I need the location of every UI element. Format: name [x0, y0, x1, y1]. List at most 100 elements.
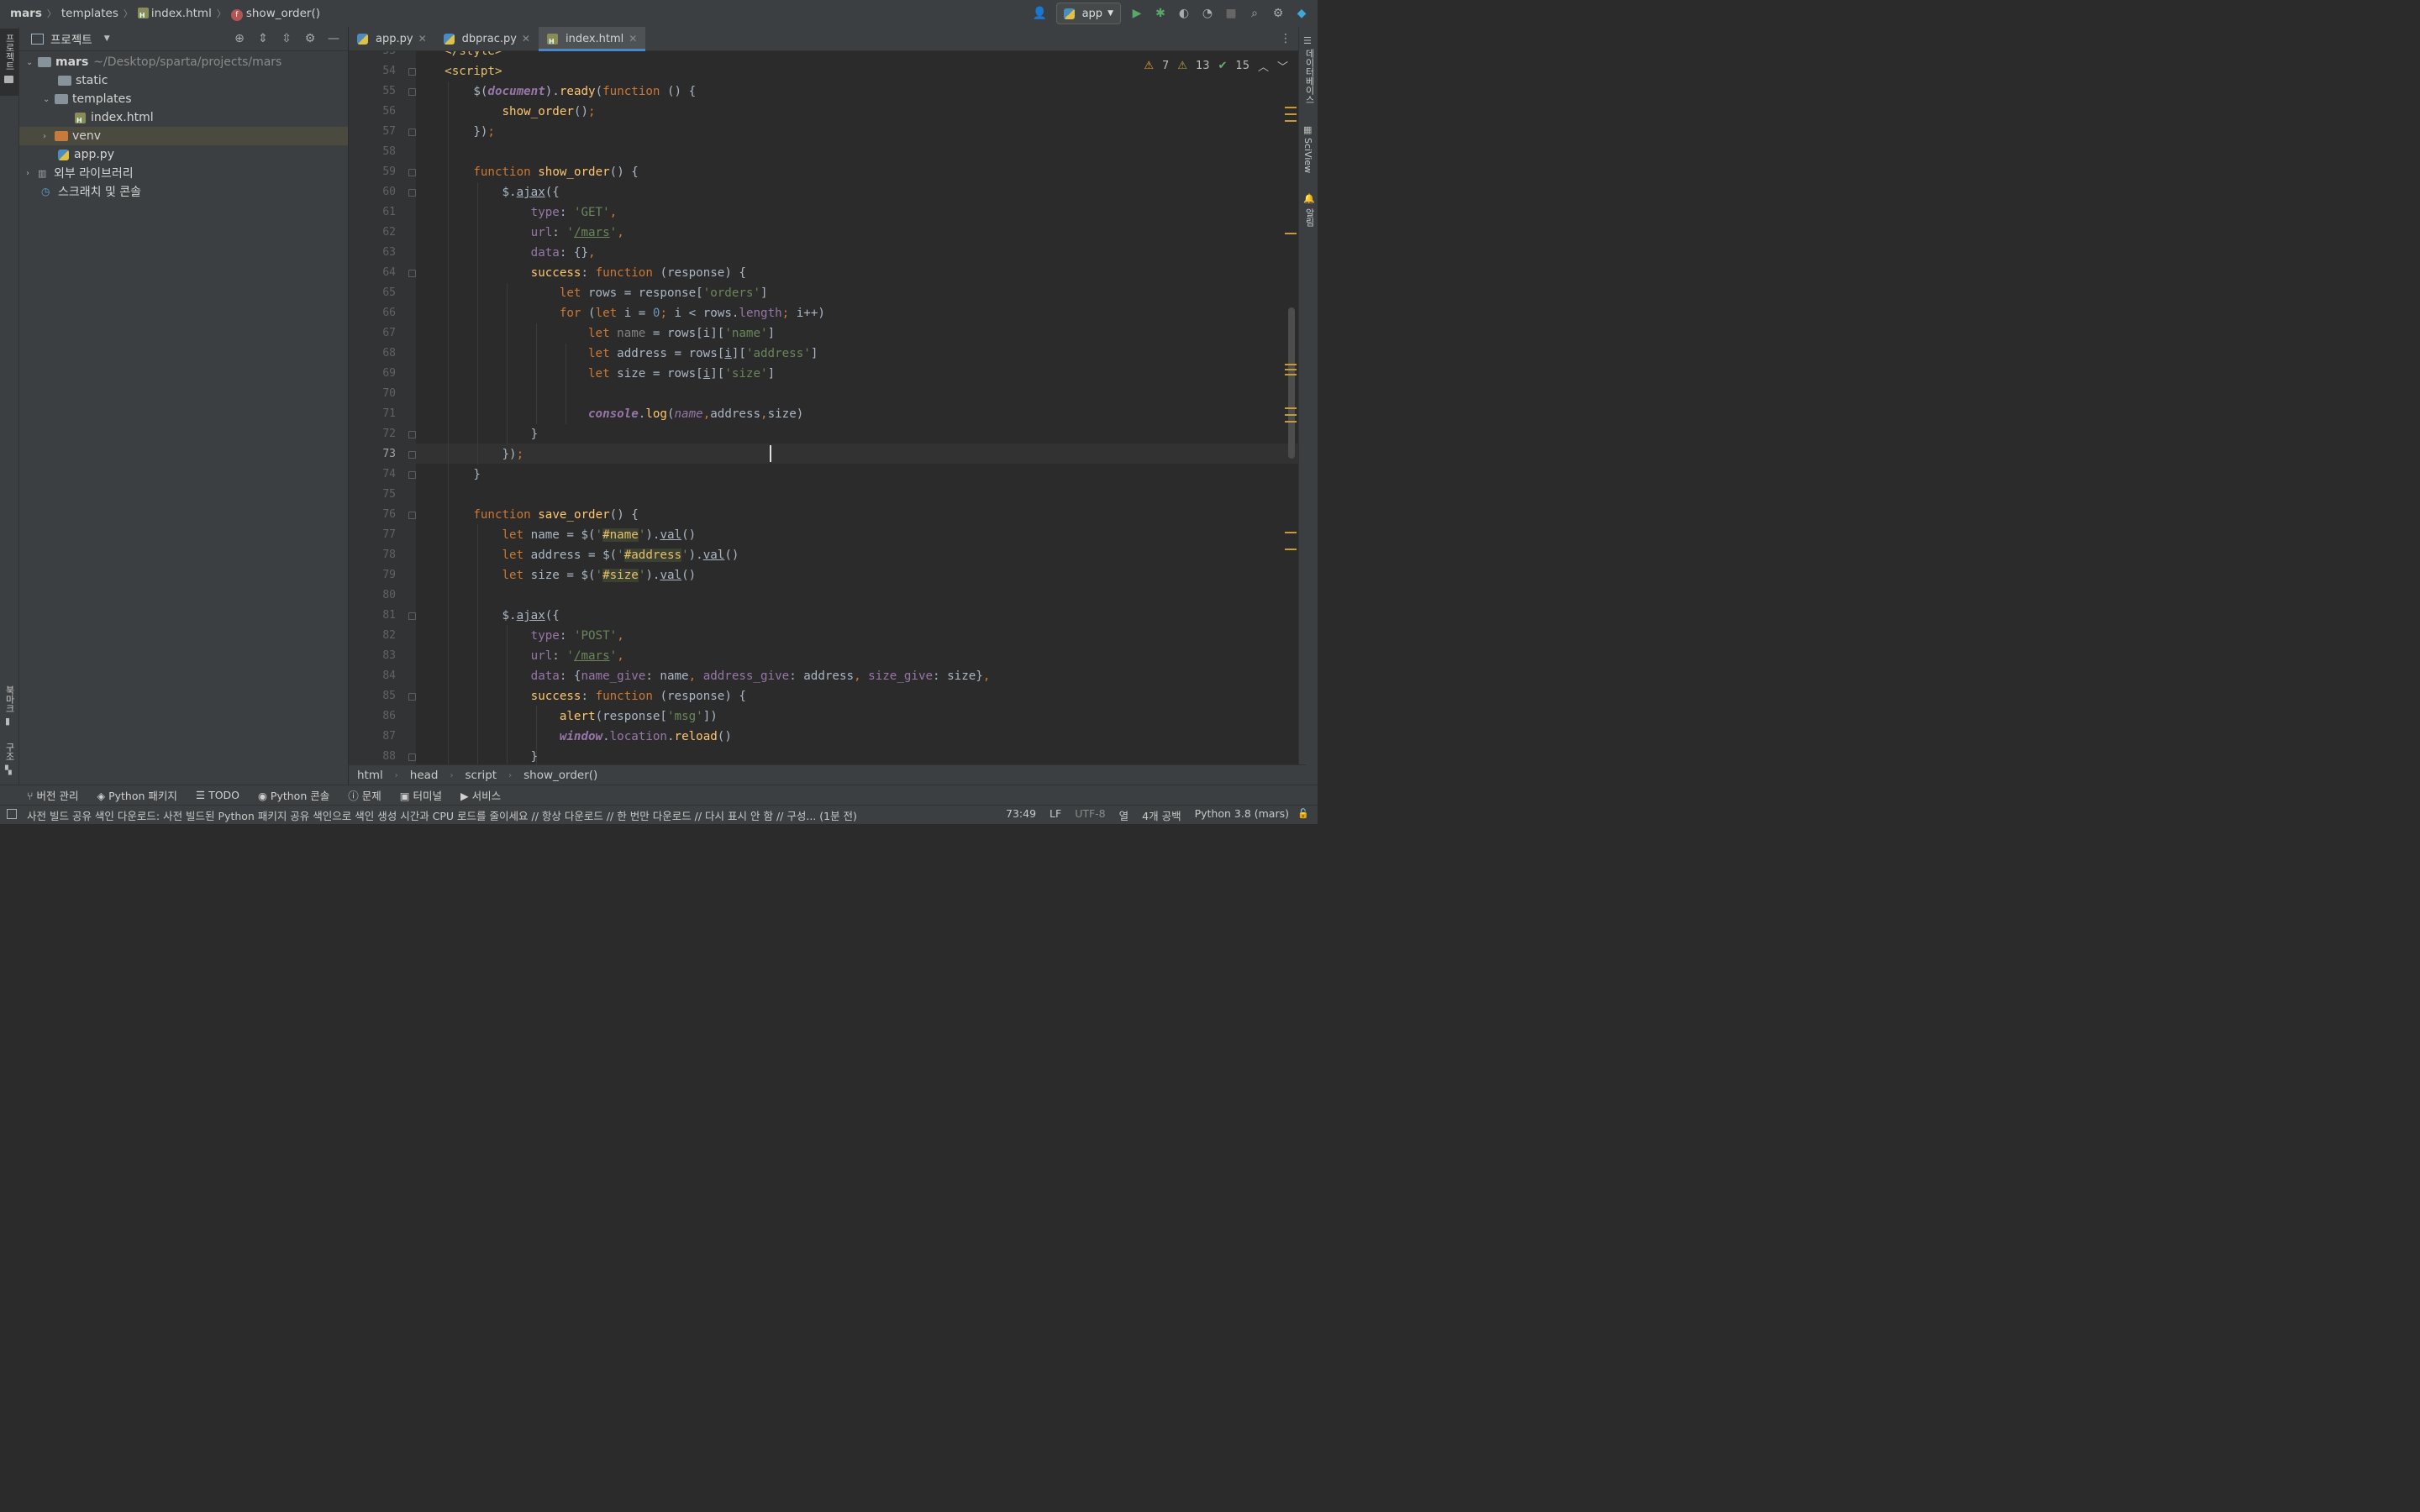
- error-stripe-mark[interactable]: [1285, 364, 1297, 365]
- line-separator[interactable]: LF: [1050, 807, 1061, 823]
- tab-services[interactable]: ▶ 서비스: [460, 787, 501, 803]
- error-stripe-mark[interactable]: [1285, 120, 1297, 122]
- error-stripe-mark[interactable]: [1285, 369, 1297, 370]
- error-stripe-mark[interactable]: [1285, 421, 1297, 423]
- run-icon[interactable]: ▶: [1129, 6, 1144, 21]
- coverage-icon[interactable]: ◐: [1176, 6, 1192, 21]
- chevron-down-icon[interactable]: ⌄: [26, 58, 38, 67]
- tab-index-html[interactable]: index.html ✕: [538, 27, 646, 51]
- code-editor[interactable]: 53 54 55 56 57 58 59 60 61 62 63 64 65 66 67 68 69 70 71 72…: [349, 51, 1298, 764]
- line-number: 66: [382, 307, 396, 319]
- cursor-position[interactable]: 73:49: [1006, 807, 1036, 823]
- column-mode[interactable]: 열: [1119, 807, 1129, 823]
- gear-icon[interactable]: ⚙: [1270, 6, 1286, 21]
- profile-icon[interactable]: ◔: [1200, 6, 1215, 21]
- error-stripe-mark[interactable]: [1285, 414, 1297, 416]
- fold-marker-icon[interactable]: [408, 612, 416, 620]
- vertical-scrollbar[interactable]: [1288, 307, 1295, 459]
- user-icon[interactable]: 👤: [1033, 6, 1048, 21]
- project-panel-title[interactable]: 프로젝트: [50, 30, 92, 47]
- editor-crumb-head[interactable]: head: [410, 769, 439, 782]
- inspection-widget[interactable]: ⚠ 7 ⚠ 13 ✔ 15 ︿ ﹀: [1144, 58, 1288, 74]
- close-icon[interactable]: ✕: [418, 33, 427, 45]
- error-stripe-mark[interactable]: [1285, 532, 1297, 533]
- run-config-selector[interactable]: app ▼: [1055, 3, 1121, 24]
- editor-crumb-function[interactable]: show_order(): [523, 769, 597, 782]
- lock-icon[interactable]: 🔓: [1297, 808, 1309, 819]
- fold-marker-icon[interactable]: [408, 169, 416, 176]
- breadcrumb-function[interactable]: f show_order(): [230, 7, 320, 21]
- plugin-icon[interactable]: ◆: [1294, 6, 1309, 21]
- search-icon[interactable]: ⌕: [1247, 6, 1262, 21]
- chevron-right-icon[interactable]: ›: [26, 169, 38, 178]
- tree-item-external-libraries[interactable]: › ▥ 외부 라이브러리: [19, 164, 348, 182]
- tree-item-index-html[interactable]: index.html: [19, 108, 348, 127]
- fold-marker-icon[interactable]: [408, 129, 416, 136]
- file-encoding[interactable]: UTF-8: [1075, 807, 1105, 823]
- close-icon[interactable]: ✕: [629, 33, 637, 45]
- project-tool-button[interactable]: 프로젝트: [0, 29, 18, 96]
- error-stripe-mark[interactable]: [1285, 233, 1297, 234]
- chevron-down-icon[interactable]: ⌄: [43, 95, 55, 104]
- chevron-down-icon[interactable]: ▼: [104, 34, 110, 43]
- python-interpreter[interactable]: Python 3.8 (mars): [1195, 807, 1289, 823]
- fold-marker-icon[interactable]: [408, 471, 416, 479]
- more-options-icon[interactable]: ⋮: [1278, 31, 1293, 46]
- services-icon: ▶: [460, 790, 472, 802]
- fold-marker-icon[interactable]: [408, 68, 416, 76]
- sciview-tool-button[interactable]: ▦ SciView: [1299, 121, 1318, 188]
- breadcrumb-folder[interactable]: templates: [61, 7, 118, 20]
- tab-todo[interactable]: ☰ TODO: [196, 789, 239, 801]
- tab-app-py[interactable]: app.py ✕: [349, 27, 435, 50]
- fold-marker-icon[interactable]: [408, 270, 416, 277]
- structure-tool-button[interactable]: 구조 ▚: [0, 739, 18, 781]
- minimize-icon[interactable]: —: [326, 31, 341, 46]
- collapse-all-icon[interactable]: ⇳: [279, 31, 294, 46]
- fold-marker-icon[interactable]: [408, 693, 416, 701]
- gear-icon[interactable]: ⚙: [302, 31, 318, 46]
- expand-all-icon[interactable]: ⇕: [255, 31, 271, 46]
- fold-marker-icon[interactable]: [408, 753, 416, 761]
- tree-item-templates[interactable]: ⌄ templates: [19, 90, 348, 108]
- fold-marker-icon[interactable]: [408, 189, 416, 197]
- stop-icon[interactable]: ■: [1223, 6, 1239, 21]
- error-stripe-mark[interactable]: [1285, 549, 1297, 550]
- fold-marker-icon[interactable]: [408, 88, 416, 96]
- error-stripe-mark[interactable]: [1285, 407, 1297, 409]
- tree-item-venv[interactable]: › venv: [19, 127, 348, 145]
- chevron-down-icon[interactable]: ﹀: [1277, 58, 1288, 74]
- error-stripe-mark[interactable]: [1285, 107, 1297, 108]
- debug-icon[interactable]: ✱: [1153, 6, 1168, 21]
- bookmarks-tool-button[interactable]: 북마크 ▮: [0, 682, 18, 732]
- tab-dbprac-py[interactable]: dbprac.py ✕: [435, 27, 539, 50]
- tab-python-packages[interactable]: ◈ Python 패키지: [97, 787, 176, 803]
- fold-marker-icon[interactable]: [408, 512, 416, 519]
- close-icon[interactable]: ✕: [522, 33, 530, 45]
- indent-setting[interactable]: 4개 공백: [1142, 807, 1181, 823]
- editor-crumb-script[interactable]: script: [465, 769, 497, 782]
- tree-item-scratches[interactable]: ◷ 스크래치 및 콘솔: [19, 182, 348, 201]
- tab-problems[interactable]: ⓘ 문제: [348, 787, 381, 803]
- error-stripe-mark[interactable]: [1285, 374, 1297, 375]
- breadcrumb: mars 〉 templates 〉 index.html 〉 fshow_or…: [0, 7, 320, 21]
- database-tool-button[interactable]: ☰ 데이터베이스: [1299, 32, 1318, 116]
- breadcrumb-file[interactable]: index.html: [137, 7, 212, 20]
- error-stripe-mark[interactable]: [1285, 113, 1297, 115]
- fold-marker-icon[interactable]: [408, 451, 416, 459]
- tree-item-static[interactable]: static: [19, 71, 348, 90]
- tab-version-control[interactable]: ⑂ 버전 관리: [27, 787, 78, 803]
- locate-icon[interactable]: ⊕: [232, 31, 247, 46]
- chevron-up-icon[interactable]: ︿: [1258, 58, 1269, 74]
- toggle-tool-windows-icon[interactable]: [7, 809, 17, 819]
- editor-crumb-html[interactable]: html: [357, 769, 383, 782]
- fold-marker-icon[interactable]: [408, 431, 416, 438]
- tab-python-console[interactable]: ◉ Python 콘솔: [258, 787, 329, 803]
- tree-item-app-py[interactable]: app.py: [19, 145, 348, 164]
- breadcrumb-project[interactable]: mars: [10, 7, 42, 20]
- notifications-tool-button[interactable]: 🔔 알림: [1299, 192, 1318, 234]
- sciview-tool-label: SciView: [1302, 138, 1313, 174]
- tab-terminal[interactable]: ▣ 터미널: [400, 787, 442, 803]
- chevron-right-icon[interactable]: ›: [43, 132, 55, 141]
- tree-item-mars[interactable]: ⌄ mars ~/Desktop/sparta/projects/mars: [19, 53, 348, 71]
- status-message[interactable]: 사전 빌드 공유 색인 다운로드: 사전 빌드된 Python 패키지 공유 색…: [0, 807, 1006, 823]
